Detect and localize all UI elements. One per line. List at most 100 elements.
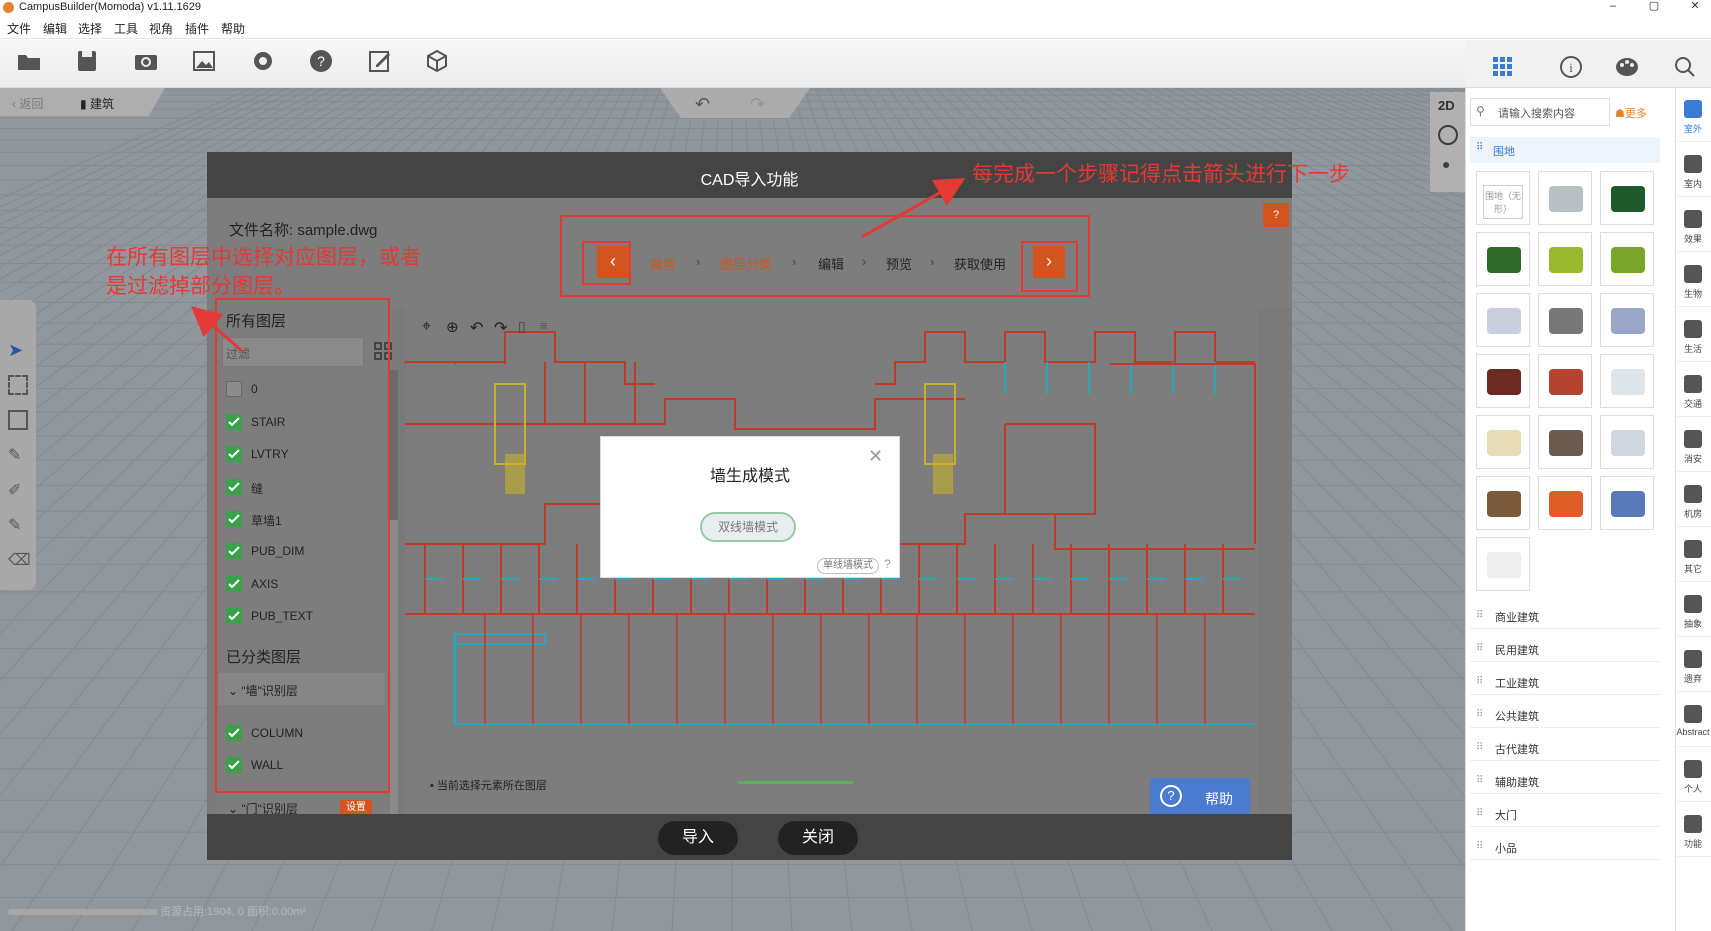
box-icon bbox=[1684, 705, 1702, 723]
asset-thumbnail[interactable] bbox=[1476, 232, 1530, 286]
svg-text:?: ? bbox=[317, 53, 325, 69]
svg-text:i: i bbox=[1569, 60, 1573, 75]
close-window-button[interactable]: ✕ bbox=[1685, 0, 1705, 14]
dialog-help-button[interactable]: ? bbox=[1263, 203, 1289, 227]
double-wall-mode-button[interactable]: 双线墙模式 bbox=[700, 512, 796, 542]
category-label: 公共建筑 bbox=[1495, 711, 1539, 723]
help-circle-icon: ? bbox=[1160, 785, 1182, 807]
search-icon[interactable] bbox=[1672, 54, 1698, 80]
grid-apps-icon[interactable] bbox=[1490, 54, 1516, 80]
asset-thumbnail[interactable] bbox=[1538, 354, 1592, 408]
rail-item-5[interactable]: 交通 bbox=[1675, 367, 1711, 417]
asset-thumbnail[interactable]: 围地（无形） bbox=[1476, 171, 1530, 225]
rail-item-4[interactable]: 生活 bbox=[1675, 312, 1711, 362]
palette-icon[interactable] bbox=[1614, 54, 1640, 80]
close-icon[interactable]: ✕ bbox=[868, 446, 883, 467]
asset-thumbnail[interactable] bbox=[1600, 232, 1654, 286]
rail-item-10[interactable]: 遗弃 bbox=[1675, 642, 1711, 692]
info-icon[interactable]: i bbox=[1558, 54, 1584, 80]
rail-item-12[interactable]: 个人 bbox=[1675, 752, 1711, 802]
save-icon[interactable] bbox=[74, 48, 100, 74]
wall-mode-modal bbox=[600, 436, 900, 578]
minimize-button[interactable]: – bbox=[1603, 0, 1623, 14]
dialog-footer bbox=[207, 814, 1292, 860]
delete-icon[interactable]: ▯ bbox=[518, 318, 526, 335]
camera-icon[interactable] bbox=[133, 48, 159, 74]
gear-icon bbox=[1684, 815, 1702, 833]
rail-item-label: 消安 bbox=[1683, 454, 1702, 464]
grip-icon: ⠿ bbox=[1476, 808, 1484, 819]
rail-item-7[interactable]: 机房 bbox=[1675, 477, 1711, 527]
layer-scrollbar-thumb[interactable] bbox=[390, 370, 398, 520]
rail-item-9[interactable]: 抽象 bbox=[1675, 587, 1711, 637]
rail-item-6[interactable]: 消安 bbox=[1675, 422, 1711, 472]
grip-icon: ⠿ bbox=[1476, 775, 1484, 786]
asset-thumbnail[interactable] bbox=[1600, 293, 1654, 347]
image-icon[interactable] bbox=[191, 48, 217, 74]
menu-file[interactable]: 文件 bbox=[7, 20, 31, 37]
asset-preview-icon bbox=[1611, 308, 1645, 334]
cup-icon bbox=[1684, 320, 1702, 338]
asset-thumbnail[interactable] bbox=[1600, 415, 1654, 469]
rail-item-label: 功能 bbox=[1683, 839, 1702, 849]
main-toolbar bbox=[0, 40, 1465, 88]
asset-thumbnail[interactable] bbox=[1538, 232, 1592, 286]
asset-thumbnail[interactable] bbox=[1538, 293, 1592, 347]
more-icon bbox=[1684, 540, 1702, 558]
clear-list-icon[interactable]: ≡ bbox=[540, 318, 548, 333]
rail-item-0[interactable]: 室外 bbox=[1675, 92, 1711, 142]
category-label: 小品 bbox=[1495, 843, 1517, 855]
asset-thumbnail[interactable] bbox=[1538, 476, 1592, 530]
rail-item-1[interactable]: 室内 bbox=[1675, 147, 1711, 197]
asset-thumbnail[interactable] bbox=[1476, 476, 1530, 530]
file-name-label: 文件名称: sample.dwg bbox=[229, 222, 378, 239]
asset-preview-icon bbox=[1487, 308, 1521, 334]
cad-redo-icon[interactable]: ↷ bbox=[494, 318, 507, 338]
asset-thumbnail-label: 围地（无形） bbox=[1483, 185, 1523, 219]
rail-item-8[interactable]: 其它 bbox=[1675, 532, 1711, 582]
asset-thumbnail[interactable] bbox=[1600, 171, 1654, 225]
asset-thumbnail[interactable] bbox=[1476, 293, 1530, 347]
cube-add-icon[interactable] bbox=[425, 48, 451, 74]
locate-icon[interactable]: ⌖ bbox=[422, 318, 431, 336]
import-button[interactable]: 导入 bbox=[658, 821, 738, 855]
asset-thumbnail[interactable] bbox=[1538, 171, 1592, 225]
rail-item-label: 室外 bbox=[1683, 124, 1702, 134]
category-label: 辅助建筑 bbox=[1495, 777, 1539, 789]
asset-preview-icon bbox=[1487, 491, 1521, 517]
rail-item-13[interactable]: 功能 bbox=[1675, 807, 1711, 857]
asset-thumbnail[interactable] bbox=[1538, 415, 1592, 469]
zoom-icon[interactable]: ⊕ bbox=[446, 318, 459, 336]
maximize-button[interactable]: ▢ bbox=[1644, 0, 1664, 14]
asset-thumbnail[interactable] bbox=[1600, 476, 1654, 530]
question-icon[interactable]: ? bbox=[884, 557, 891, 571]
next-highlight-box bbox=[1021, 241, 1078, 292]
car-icon bbox=[1684, 375, 1702, 393]
rail-item-label: 个人 bbox=[1683, 784, 1702, 794]
gear-icon[interactable] bbox=[250, 48, 276, 74]
asset-thumbnail[interactable] bbox=[1600, 354, 1654, 408]
asset-preview-icon bbox=[1611, 430, 1645, 456]
rail-item-11[interactable]: Abstract bbox=[1675, 697, 1711, 747]
menu-plugins[interactable]: 插件 bbox=[185, 20, 209, 37]
menu-tools[interactable]: 工具 bbox=[114, 20, 138, 37]
asset-thumbnail[interactable] bbox=[1476, 354, 1530, 408]
help-icon[interactable]: ? bbox=[308, 48, 334, 74]
single-wall-mode-button[interactable]: 单线墙模式 bbox=[817, 558, 879, 574]
server-icon bbox=[1684, 485, 1702, 503]
menu-help[interactable]: 帮助 bbox=[221, 20, 245, 37]
edit-icon[interactable] bbox=[367, 48, 393, 74]
menu-edit[interactable]: 编辑 bbox=[43, 20, 67, 37]
asset-thumbnail[interactable] bbox=[1476, 537, 1530, 591]
menu-select[interactable]: 选择 bbox=[78, 20, 102, 37]
cad-toolbar: ⌖ ⊕ ↶ ↷ ▯ ≡ bbox=[420, 318, 560, 340]
asset-thumbnail[interactable] bbox=[1476, 415, 1530, 469]
menu-view[interactable]: 视角 bbox=[149, 20, 173, 37]
more-link[interactable]: ☗更多 bbox=[1615, 105, 1647, 121]
open-folder-icon[interactable] bbox=[16, 48, 42, 74]
rail-item-3[interactable]: 生物 bbox=[1675, 257, 1711, 307]
close-button[interactable]: 关闭 bbox=[778, 821, 858, 855]
layers-highlight-box bbox=[215, 298, 390, 793]
cad-undo-icon[interactable]: ↶ bbox=[470, 318, 483, 338]
rail-item-2[interactable]: 效果 bbox=[1675, 202, 1711, 252]
